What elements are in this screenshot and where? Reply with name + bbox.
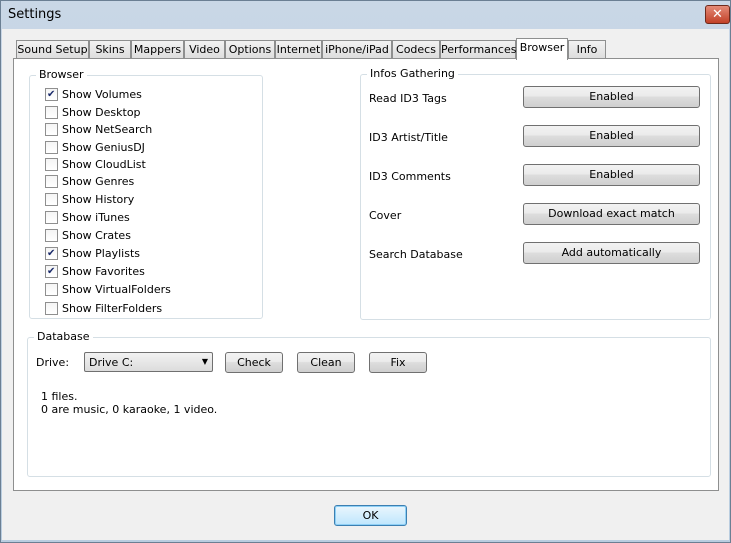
checkbox-checked-icon[interactable] bbox=[45, 87, 58, 101]
title-bar[interactable]: Settings ✕ bbox=[1, 1, 730, 29]
checkbox-label: Show iTunes bbox=[62, 210, 130, 224]
window-title: Settings bbox=[8, 7, 62, 22]
clean-button[interactable]: Clean bbox=[297, 352, 355, 373]
search-database-label: Search Database bbox=[369, 248, 463, 261]
checkbox-show-desktop[interactable]: Show Desktop bbox=[45, 104, 141, 120]
fix-button[interactable]: Fix bbox=[369, 352, 427, 373]
dialog-client: Sound Setup Skins Mappers Video Options … bbox=[2, 29, 729, 540]
checkbox-unchecked-icon[interactable] bbox=[45, 174, 58, 188]
read-id3-tags-label: Read ID3 Tags bbox=[369, 92, 447, 105]
checkbox-label: Show Crates bbox=[62, 228, 131, 242]
checkbox-unchecked-icon[interactable] bbox=[45, 228, 58, 242]
tab-info[interactable]: Info bbox=[568, 40, 606, 59]
checkbox-label: Show VirtualFolders bbox=[62, 282, 171, 296]
tab-sound-setup[interactable]: Sound Setup bbox=[16, 40, 89, 59]
checkbox-show-cloudlist[interactable]: Show CloudList bbox=[45, 156, 146, 172]
tab-iphone-ipad[interactable]: iPhone/iPad bbox=[322, 40, 392, 59]
database-group-title: Database bbox=[34, 330, 93, 343]
checkbox-unchecked-icon[interactable] bbox=[45, 122, 58, 136]
checkbox-show-itunes[interactable]: Show iTunes bbox=[45, 209, 130, 225]
checkbox-label: Show Favorites bbox=[62, 264, 145, 278]
checkbox-unchecked-icon[interactable] bbox=[45, 210, 58, 224]
browser-group-title: Browser bbox=[36, 68, 87, 81]
id3-artist-title-label: ID3 Artist/Title bbox=[369, 131, 448, 144]
browser-tab-panel: Browser Show Volumes Show Desktop Show N… bbox=[13, 58, 719, 491]
checkbox-unchecked-icon[interactable] bbox=[45, 282, 58, 296]
chevron-down-icon: ▼ bbox=[201, 357, 208, 366]
check-button[interactable]: Check bbox=[225, 352, 283, 373]
checkbox-show-virtualfolders[interactable]: Show VirtualFolders bbox=[45, 281, 171, 297]
cover-button[interactable]: Download exact match bbox=[523, 203, 700, 225]
checkbox-show-filterfolders[interactable]: Show FilterFolders bbox=[45, 300, 162, 316]
checkbox-show-volumes[interactable]: Show Volumes bbox=[45, 86, 142, 102]
close-button[interactable]: ✕ bbox=[705, 5, 730, 24]
database-status-line1: 1 files. bbox=[41, 390, 78, 403]
database-group: Database Drive: Drive C: ▼ Check Clean F… bbox=[27, 330, 711, 477]
tab-internet[interactable]: Internet bbox=[275, 40, 322, 59]
id3-artist-title-button[interactable]: Enabled bbox=[523, 125, 700, 147]
checkbox-show-geniusdj[interactable]: Show GeniusDJ bbox=[45, 139, 145, 155]
checkbox-label: Show Genres bbox=[62, 174, 135, 188]
browser-group: Browser Show Volumes Show Desktop Show N… bbox=[29, 68, 263, 319]
tab-mappers[interactable]: Mappers bbox=[131, 40, 184, 59]
checkbox-show-playlists[interactable]: Show Playlists bbox=[45, 245, 140, 261]
checkbox-checked-icon[interactable] bbox=[45, 246, 58, 260]
checkbox-label: Show FilterFolders bbox=[62, 301, 163, 315]
cover-label: Cover bbox=[369, 209, 402, 222]
checkbox-label: Show CloudList bbox=[62, 157, 146, 171]
tab-skins[interactable]: Skins bbox=[89, 40, 131, 59]
checkbox-checked-icon[interactable] bbox=[45, 264, 58, 278]
id3-comments-button[interactable]: Enabled bbox=[523, 164, 700, 186]
tab-options[interactable]: Options bbox=[225, 40, 275, 59]
ok-button[interactable]: OK bbox=[334, 505, 407, 526]
checkbox-unchecked-icon[interactable] bbox=[45, 140, 58, 154]
checkbox-show-netsearch[interactable]: Show NetSearch bbox=[45, 121, 152, 137]
tab-performances[interactable]: Performances bbox=[440, 40, 516, 59]
database-status-line2: 0 are music, 0 karaoke, 1 video. bbox=[41, 403, 218, 416]
drive-select-value: Drive C: bbox=[89, 356, 134, 369]
checkbox-unchecked-icon[interactable] bbox=[45, 192, 58, 206]
read-id3-tags-button[interactable]: Enabled bbox=[523, 86, 700, 108]
tab-video[interactable]: Video bbox=[184, 40, 225, 59]
checkbox-label: Show History bbox=[62, 192, 135, 206]
checkbox-unchecked-icon[interactable] bbox=[45, 301, 58, 315]
id3-comments-label: ID3 Comments bbox=[369, 170, 451, 183]
tab-browser[interactable]: Browser bbox=[516, 38, 568, 60]
checkbox-unchecked-icon[interactable] bbox=[45, 105, 58, 119]
checkbox-unchecked-icon[interactable] bbox=[45, 157, 58, 171]
tab-codecs[interactable]: Codecs bbox=[392, 40, 440, 59]
checkbox-show-history[interactable]: Show History bbox=[45, 191, 134, 207]
drive-label: Drive: bbox=[36, 356, 70, 369]
checkbox-label: Show NetSearch bbox=[62, 122, 153, 136]
checkbox-show-favorites[interactable]: Show Favorites bbox=[45, 263, 145, 279]
infos-gathering-group: Infos Gathering Read ID3 Tags Enabled ID… bbox=[360, 67, 711, 320]
checkbox-label: Show Volumes bbox=[62, 87, 142, 101]
search-database-button[interactable]: Add automatically bbox=[523, 242, 700, 264]
checkbox-show-crates[interactable]: Show Crates bbox=[45, 227, 131, 243]
close-icon: ✕ bbox=[712, 7, 723, 22]
infos-gathering-title: Infos Gathering bbox=[367, 67, 458, 80]
checkbox-label: Show Playlists bbox=[62, 246, 141, 260]
checkbox-label: Show GeniusDJ bbox=[62, 140, 145, 154]
drive-select[interactable]: Drive C: ▼ bbox=[84, 352, 213, 372]
settings-window: Settings ✕ Sound Setup Skins Mappers Vid… bbox=[0, 0, 731, 543]
checkbox-label: Show Desktop bbox=[62, 105, 141, 119]
checkbox-show-genres[interactable]: Show Genres bbox=[45, 173, 134, 189]
